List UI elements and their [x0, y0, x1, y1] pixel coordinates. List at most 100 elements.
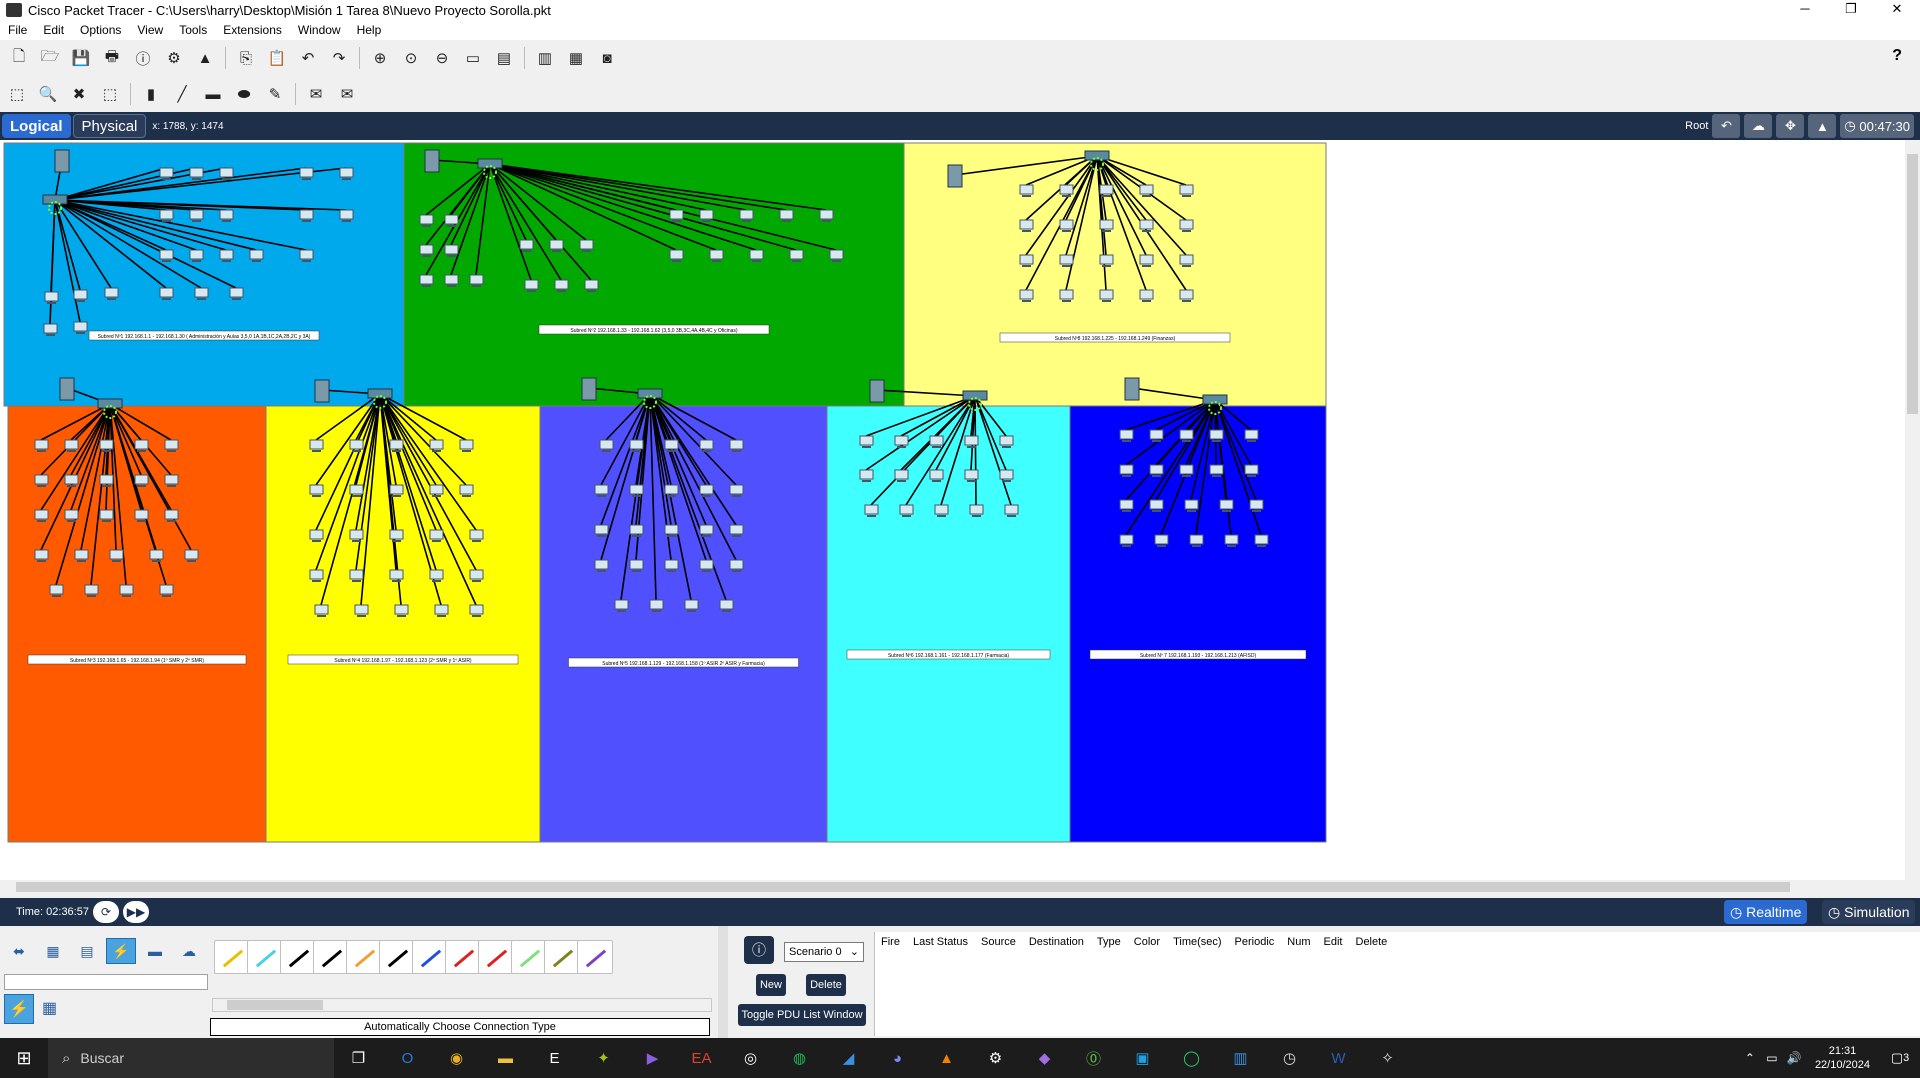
panel-splitter[interactable] [718, 926, 728, 1038]
simulation-tab[interactable]: ◷ Simulation [1822, 900, 1916, 924]
ellipse-icon[interactable]: ⬬ [233, 83, 255, 105]
network-wizard-icon[interactable]: ⚙ [163, 47, 185, 69]
task-view-icon[interactable]: ❐ [334, 1038, 383, 1078]
end-devices-icon[interactable]: ▦ [38, 938, 68, 964]
azure-icon[interactable]: ◢ [824, 1038, 873, 1078]
structured-cabling-icon[interactable]: ▦ [42, 998, 62, 1018]
cluster-icon[interactable]: ☁ [1744, 114, 1773, 138]
ea-app-icon[interactable]: EA [677, 1038, 726, 1078]
viewport-icon[interactable]: ▥ [534, 47, 556, 69]
zoom-out-icon[interactable]: ⊖ [431, 47, 453, 69]
copy-icon[interactable]: ⎘ [235, 47, 257, 69]
viewport-clock[interactable]: ◷ 00:47:30 [1840, 114, 1914, 138]
menu-help[interactable]: Help [357, 23, 382, 37]
word-icon[interactable]: W [1314, 1038, 1363, 1078]
cable-scrollbar[interactable] [212, 998, 712, 1012]
epic-games-icon[interactable]: E [530, 1038, 579, 1078]
console-cable-icon[interactable] [247, 940, 283, 974]
undo-icon[interactable]: ↶ [297, 47, 319, 69]
fast-forward-icon[interactable]: ▶▶ [122, 901, 149, 923]
inspect-icon[interactable]: 🔍 [37, 83, 59, 105]
iot-cable-icon[interactable] [544, 940, 580, 974]
background-icon[interactable]: ▲ [1808, 114, 1837, 138]
spotify-icon[interactable]: ◍ [775, 1038, 824, 1078]
outlook-icon[interactable]: O [383, 1038, 432, 1078]
connections-subcategory-icon[interactable]: ⚡ [4, 994, 34, 1024]
horizontal-scrollbar[interactable] [0, 880, 1905, 894]
move-object-icon[interactable]: ✥ [1776, 114, 1805, 138]
realtime-tab[interactable]: ◷ Realtime [1724, 900, 1808, 924]
calculator-icon[interactable]: ▥ [1216, 1038, 1265, 1078]
menu-tools[interactable]: Tools [179, 23, 207, 37]
help-icon[interactable]: ? [1892, 47, 1902, 65]
copper-straight-icon[interactable] [280, 940, 316, 974]
cluster-icon[interactable]: ▦ [565, 47, 587, 69]
packet-tracer-icon[interactable]: ✧ [1363, 1038, 1412, 1078]
clock-app-icon[interactable]: ◷ [1265, 1038, 1314, 1078]
line-icon[interactable]: ╱ [171, 83, 193, 105]
custom-device-icon[interactable]: ▤ [493, 47, 515, 69]
delete-scenario-button[interactable]: Delete [806, 974, 846, 996]
physical-tab[interactable]: Physical [72, 114, 147, 138]
logical-tab[interactable]: Logical [2, 114, 71, 138]
simple-pdu-icon[interactable]: ✉ [305, 83, 327, 105]
zoom-reset-icon[interactable]: ⊙ [400, 47, 422, 69]
activity-wizard-icon[interactable]: ▲ [194, 47, 216, 69]
tray-expand-icon[interactable]: ⌃ [1739, 1038, 1761, 1078]
horizontal-scroll-thumb[interactable] [16, 882, 1790, 892]
zoom-in-icon[interactable]: ⊕ [369, 47, 391, 69]
scenario-select[interactable]: Scenario 0 ⌄ [784, 942, 864, 962]
redo-icon[interactable]: ↷ [328, 47, 350, 69]
automatic-cable-icon[interactable] [214, 940, 250, 974]
discord-icon[interactable]: ◕ [873, 1038, 922, 1078]
taskbar-clock[interactable]: 21:31 22/10/2024 [1815, 1044, 1870, 1072]
new-icon[interactable]: 🗋 [8, 47, 30, 69]
resize-icon[interactable]: ⬚ [99, 83, 121, 105]
vertical-scroll-thumb[interactable] [1907, 154, 1918, 414]
serial-dce-icon[interactable] [445, 940, 481, 974]
freeform-icon[interactable]: ✎ [264, 83, 286, 105]
windows-start-icon[interactable]: ⊞ [0, 1038, 48, 1078]
network-devices-icon[interactable]: ⬌ [4, 938, 34, 964]
network-icon[interactable]: ▭ [1761, 1038, 1783, 1078]
taskbar-search[interactable]: ⌕ Buscar [48, 1038, 334, 1078]
print-icon[interactable]: 🖶 [101, 47, 123, 69]
info-icon[interactable]: ⓘ [132, 47, 154, 69]
complex-pdu-icon[interactable]: ✉ [336, 83, 358, 105]
usb-cable-icon[interactable] [577, 940, 613, 974]
octal-cable-icon[interactable] [511, 940, 547, 974]
toggle-pdu-list-button[interactable]: Toggle PDU List Window [738, 1004, 866, 1026]
coaxial-cable-icon[interactable] [412, 940, 448, 974]
new-scenario-button[interactable]: New [756, 974, 786, 996]
file-explorer-icon[interactable]: ▬ [481, 1038, 530, 1078]
xbox-app-icon[interactable]: ✦ [579, 1038, 628, 1078]
xbox-icon[interactable]: ⓪ [1069, 1038, 1118, 1078]
power-cycle-icon[interactable]: ⟳ [92, 901, 119, 923]
menu-view[interactable]: View [137, 23, 163, 37]
settings-icon[interactable]: ⚙ [971, 1038, 1020, 1078]
menu-file[interactable]: File [8, 23, 27, 37]
whatsapp-icon[interactable]: ◯ [1167, 1038, 1216, 1078]
copper-cross-icon[interactable] [313, 940, 349, 974]
select-icon[interactable]: ⬚ [6, 83, 28, 105]
open-icon[interactable]: 🗁 [39, 47, 61, 69]
rectangle-icon[interactable]: ▬ [202, 83, 224, 105]
steam-icon[interactable]: ◎ [726, 1038, 775, 1078]
volume-icon[interactable]: 🔊 [1783, 1038, 1805, 1078]
notifications-icon[interactable]: ▢ 3 [1880, 1038, 1920, 1078]
components-icon[interactable]: ▤ [72, 938, 102, 964]
logical-workspace-canvas[interactable]: Subred Nº1 192.168.1.1 - 192.168.1.30 ( … [0, 140, 1905, 880]
cable-scroll-thumb[interactable] [227, 1000, 323, 1010]
visual-studio-icon[interactable]: ◆ [1020, 1038, 1069, 1078]
scenario-info-icon[interactable]: ⓘ [744, 936, 774, 964]
paste-icon[interactable]: 📋 [266, 47, 288, 69]
chrome-icon[interactable]: ◉ [432, 1038, 481, 1078]
vertical-scrollbar[interactable] [1905, 140, 1920, 880]
capture-icon[interactable]: ◙ [596, 47, 618, 69]
connections-icon[interactable]: ⚡ [106, 938, 136, 964]
menu-edit[interactable]: Edit [43, 23, 64, 37]
minimize-button[interactable]: ─ [1782, 0, 1828, 20]
back-icon[interactable]: ↶ [1712, 114, 1741, 138]
prime-video-icon[interactable]: ▣ [1118, 1038, 1167, 1078]
serial-dte-icon[interactable] [478, 940, 514, 974]
